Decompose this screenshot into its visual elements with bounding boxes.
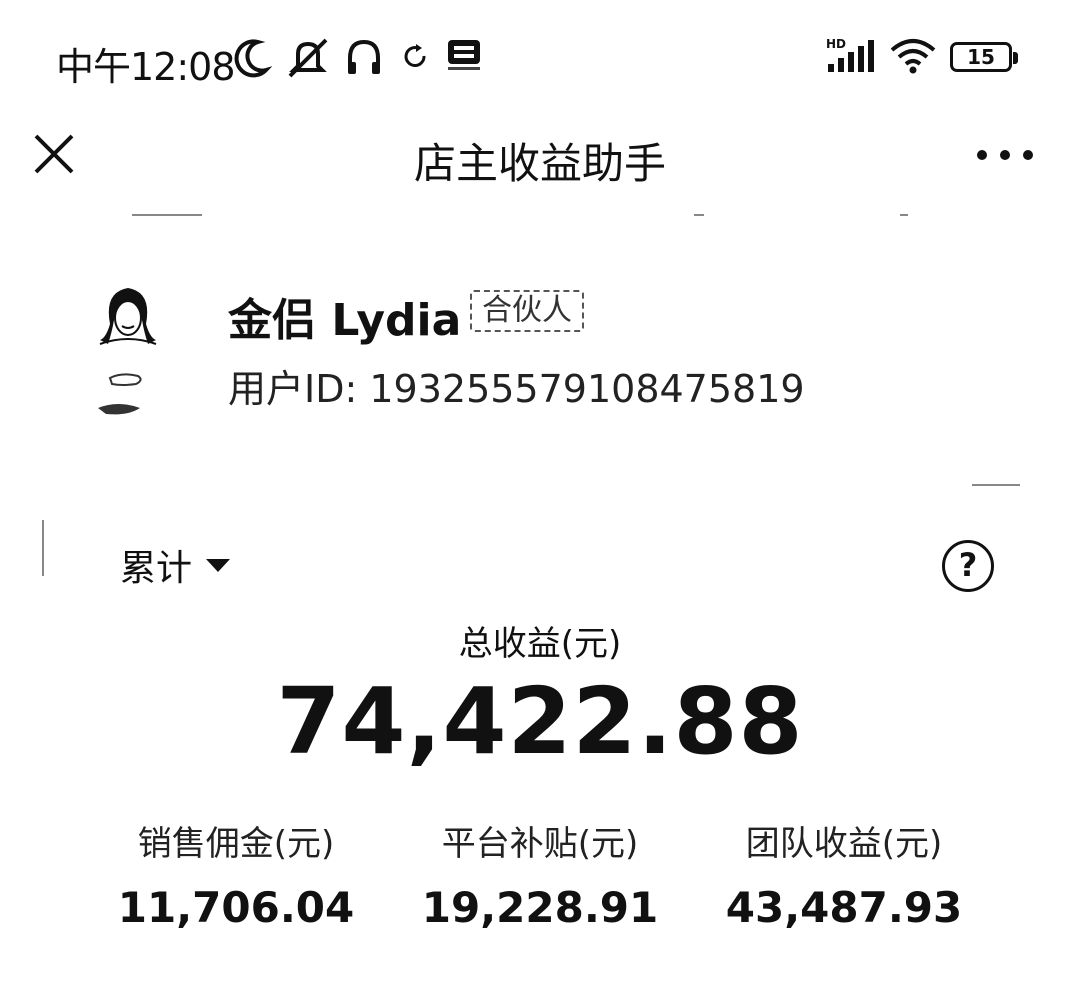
stat-value: 19,228.91 (421, 883, 659, 932)
headphones-icon (348, 39, 380, 74)
page-title: 店主收益助手 (413, 139, 666, 188)
help-icon[interactable]: ? (942, 540, 994, 592)
avatar[interactable] (88, 280, 168, 425)
user-id-row: 用户ID: 1932555791084758​19 (228, 358, 805, 413)
status-bar: 中午12:08 HD 15 (0, 0, 1080, 120)
stat-label: 销售佣金(元) (137, 824, 335, 864)
divider-speck (42, 520, 44, 576)
user-name: 金侣 Lydia (228, 295, 462, 346)
divider-speck (900, 214, 908, 216)
stat-value: 11,706.04 (117, 883, 355, 932)
user-id-label: 用户ID: (228, 367, 358, 411)
range-label: 累计 (120, 548, 193, 589)
range-dropdown[interactable]: 累计 (120, 540, 231, 590)
title-bar: 店主收益助手 (0, 112, 1080, 196)
battery-icon: 15 (950, 42, 1018, 72)
mute-icon (288, 38, 328, 78)
earnings-assistant-page: 中午12:08 HD 15 店主收益助手 金侣 Lydia 合伙人 用户ID: … (0, 0, 1080, 1003)
stat-team-earnings: 团队收益(元) 43,487.93 (704, 816, 984, 932)
total-earnings-value: 74,422.88 (276, 668, 804, 775)
stat-value: 43,487.93 (725, 883, 963, 932)
more-icon[interactable] (970, 140, 1040, 170)
divider-speck (694, 214, 704, 216)
signal-icon: HD (826, 37, 874, 72)
stat-sales-commission: 销售佣金(元) 11,706.04 (96, 816, 376, 932)
divider-speck (132, 214, 202, 216)
status-time: 中午12:08 (56, 45, 236, 89)
wifi-icon (890, 39, 936, 74)
svg-text:HD: HD (826, 37, 846, 51)
stat-label: 平台补贴(元) (441, 824, 639, 864)
moon-icon (234, 39, 272, 78)
user-id-value: 1932555791084758​19 (369, 367, 805, 411)
chevron-down-icon (206, 558, 231, 572)
stat-platform-subsidy: 平台补贴(元) 19,228.91 (400, 816, 680, 932)
partner-badge: 合伙人 (470, 290, 584, 332)
divider-speck (972, 484, 1020, 486)
sync-icon (404, 44, 426, 67)
stat-label: 团队收益(元) (745, 824, 943, 864)
app-badge-icon (448, 40, 480, 70)
total-earnings-label: 总收益(元) (458, 624, 622, 664)
